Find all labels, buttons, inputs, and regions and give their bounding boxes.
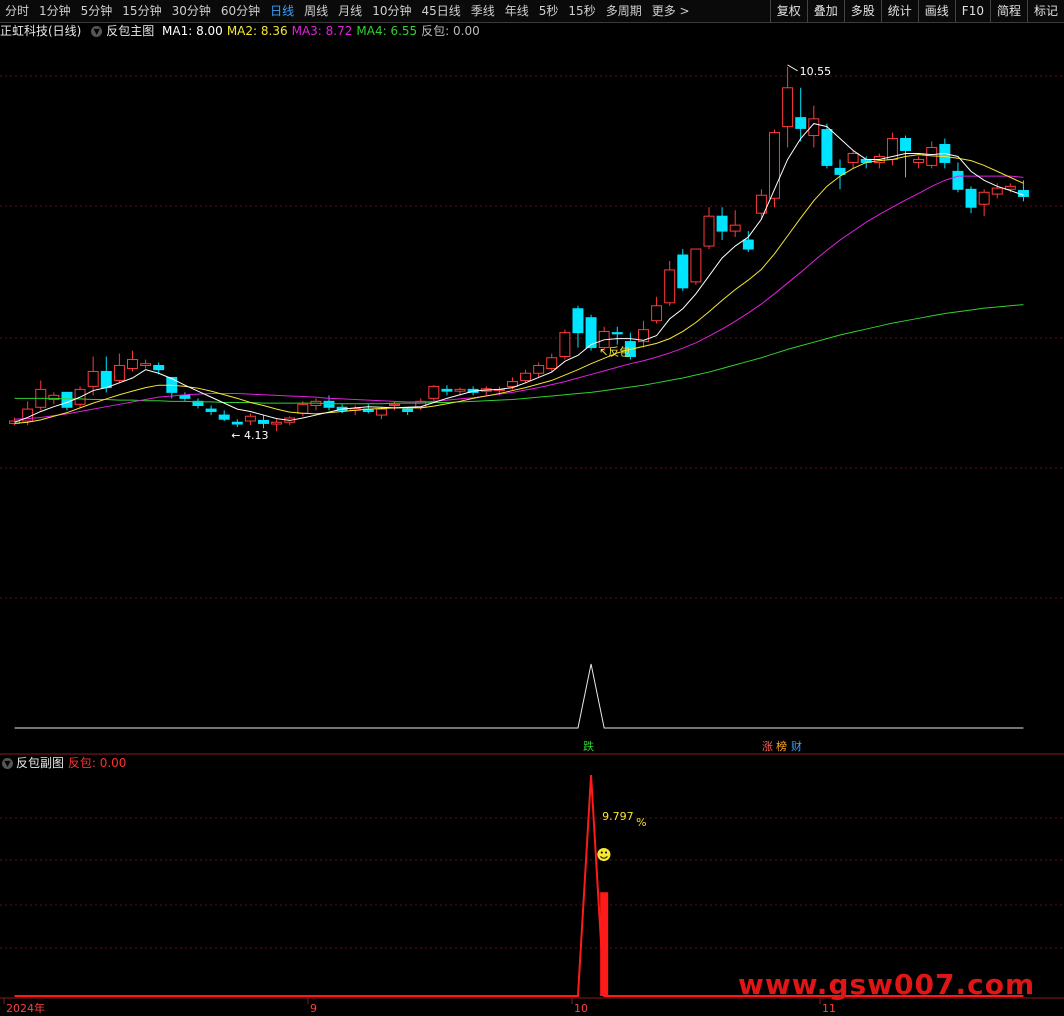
- candle-body: [205, 408, 217, 412]
- candle-body: [664, 269, 676, 304]
- ma1-line: [14, 123, 1024, 423]
- candle-body: [703, 215, 715, 247]
- event-marker-2: 榜: [776, 739, 787, 753]
- candle-body: [952, 170, 964, 190]
- candle-body: [61, 391, 73, 408]
- peak-value-label: 9.797: [602, 810, 634, 823]
- ma2-line: [14, 154, 1024, 424]
- signal-label: ↖反包: [599, 346, 630, 359]
- candle-body: [821, 129, 833, 166]
- candle-body: [375, 408, 387, 416]
- signal-line: [14, 663, 1024, 729]
- candle-body: [900, 138, 912, 151]
- candle-body: [140, 363, 152, 366]
- event-marker-1: 涨: [762, 740, 773, 753]
- candle-body: [441, 388, 453, 392]
- candle-body: [611, 332, 623, 335]
- sub-indicator-bar: [600, 892, 609, 996]
- candle-body: [572, 308, 584, 334]
- candle-body: [153, 364, 165, 371]
- candle-body: [231, 421, 243, 425]
- candle-body: [716, 215, 728, 232]
- candle-body: [113, 364, 125, 381]
- candle-body: [533, 364, 545, 374]
- ma3-line: [14, 175, 1024, 420]
- candle-body: [965, 188, 977, 208]
- candle-body: [729, 224, 741, 232]
- candle-body: [87, 370, 99, 387]
- x-axis-label-1: 9: [310, 1002, 317, 1015]
- candle-body: [271, 421, 283, 425]
- candle-body: [100, 370, 112, 389]
- candle-body: [651, 305, 663, 322]
- candle-body: [428, 385, 440, 399]
- candle-body: [742, 239, 754, 250]
- low-label: ← 4.13: [231, 429, 268, 442]
- candle-body: [454, 388, 466, 392]
- candle-body: [913, 158, 925, 163]
- candle-body: [218, 414, 230, 420]
- candle-body: [402, 408, 414, 412]
- peak-unit-label: %: [636, 816, 646, 829]
- event-marker-3: 财: [791, 739, 802, 753]
- candle-body: [834, 167, 846, 175]
- smiley-icon: ☻: [596, 846, 612, 864]
- candle-body: [559, 332, 571, 358]
- candle-body: [297, 403, 309, 414]
- candle-body: [690, 248, 702, 283]
- candle-body: [546, 357, 558, 369]
- candle-body: [1004, 185, 1016, 190]
- candle-body: [179, 394, 191, 399]
- sub-indicator-line: [14, 774, 1024, 997]
- candle-body: [506, 381, 518, 387]
- candle-body: [520, 372, 532, 381]
- candle-body: [258, 419, 269, 424]
- candle-body: [126, 359, 138, 369]
- candle-body: [782, 87, 794, 128]
- high-marker: [787, 64, 798, 72]
- kline-chart[interactable]: 10.55 ← 4.13 ↖反包跌 涨榜财 9.797 % ☻ 2024年 9 10 11: [0, 0, 1064, 1016]
- watermark: www.gsw007.com: [738, 968, 1036, 1001]
- high-label: 10.55: [800, 65, 832, 78]
- candle-body: [677, 254, 689, 289]
- candle-body: [978, 191, 990, 205]
- candle-body: [244, 415, 256, 422]
- x-axis-label-3: 11: [822, 1002, 836, 1015]
- candle-body: [323, 400, 335, 408]
- candle-body: [389, 403, 401, 406]
- candle-body: [847, 152, 859, 163]
- candle-body: [795, 117, 807, 129]
- event-marker-0: 跌: [583, 739, 594, 753]
- candle-body: [991, 187, 1003, 195]
- x-axis-label-0: 2024年: [6, 1001, 45, 1015]
- x-axis-label-2: 10: [574, 1002, 588, 1015]
